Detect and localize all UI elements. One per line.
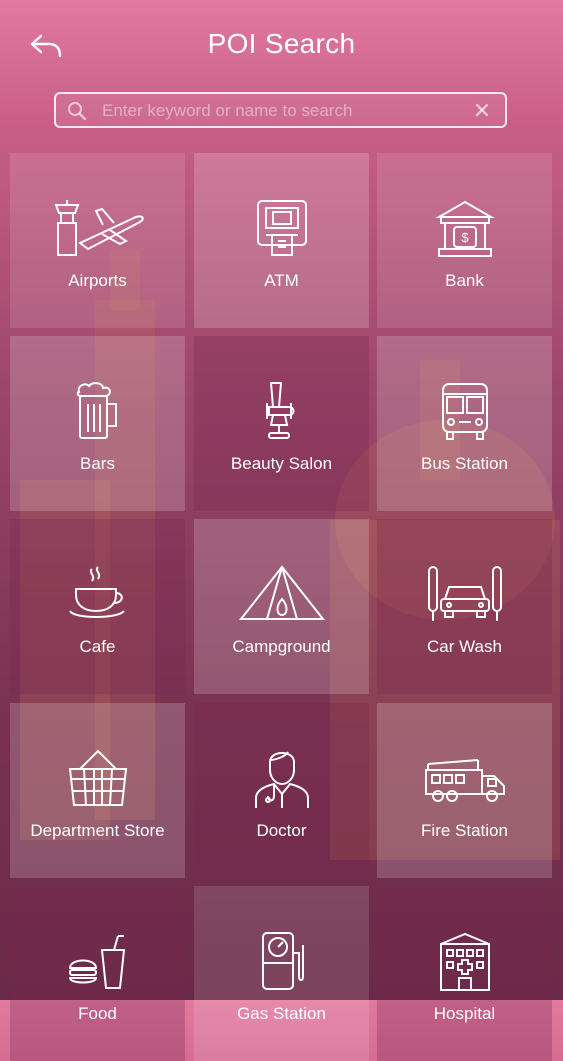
- tile-bus-station[interactable]: Bus Station: [377, 336, 552, 511]
- tile-label: Bank: [445, 271, 484, 290]
- tile-label: Doctor: [256, 821, 307, 840]
- tile-label: Bus Station: [421, 454, 508, 473]
- tile-label: Beauty Salon: [230, 454, 333, 473]
- tile-label: Department Store: [30, 821, 165, 840]
- fast-food-icon: [68, 935, 125, 989]
- tile-label: Bars: [80, 454, 115, 473]
- tile-atm[interactable]: ATM: [194, 153, 369, 328]
- tile-label: Campground: [232, 637, 331, 656]
- coffee-cup-icon: [68, 566, 125, 618]
- tile-beauty-salon[interactable]: Beauty Salon: [194, 336, 369, 511]
- tile-bank[interactable]: $ Bank: [377, 153, 552, 328]
- airport-icon: [54, 200, 144, 256]
- tile-label: Cafe: [79, 637, 116, 656]
- tile-label: Hospital: [433, 1004, 496, 1023]
- tile-label: Car Wash: [427, 637, 502, 656]
- tent-icon: [238, 565, 325, 620]
- tile-bars[interactable]: Bars: [10, 336, 185, 511]
- bus-icon: [441, 383, 488, 440]
- tile-doctor[interactable]: Doctor: [194, 703, 369, 878]
- salon-chair-icon: [265, 382, 294, 439]
- car-wash-icon: [427, 566, 502, 621]
- tile-label: Airports: [68, 271, 127, 290]
- tile-car-wash[interactable]: Car Wash: [377, 519, 552, 694]
- atm-icon: [256, 200, 307, 256]
- tile-label: ATM: [264, 271, 299, 290]
- tile-label: Food: [78, 1004, 117, 1023]
- bank-icon: $: [434, 200, 495, 257]
- gas-pump-icon: [261, 932, 304, 990]
- tile-cafe[interactable]: Cafe: [10, 519, 185, 694]
- tile-gas-station[interactable]: Gas Station: [194, 886, 369, 1061]
- beer-mug-icon: [76, 382, 117, 439]
- doctor-icon: [254, 751, 309, 808]
- svg-text:$: $: [461, 230, 469, 245]
- hospital-icon: [439, 932, 490, 991]
- tile-department-store[interactable]: Department Store: [10, 703, 185, 878]
- tile-hospital[interactable]: Hospital: [377, 886, 552, 1061]
- tile-campground[interactable]: Campground: [194, 519, 369, 694]
- fire-truck-icon: [424, 759, 505, 802]
- tile-food[interactable]: Food: [10, 886, 185, 1061]
- tile-label: Fire Station: [421, 821, 508, 840]
- tile-label: Gas Station: [237, 1004, 326, 1023]
- poi-category-grid: Airports ATM $ Bank Bars Beauty Salon Bu…: [0, 0, 563, 1061]
- tile-airports[interactable]: Airports: [10, 153, 185, 328]
- tile-fire-station[interactable]: Fire Station: [377, 703, 552, 878]
- basket-icon: [68, 749, 127, 806]
